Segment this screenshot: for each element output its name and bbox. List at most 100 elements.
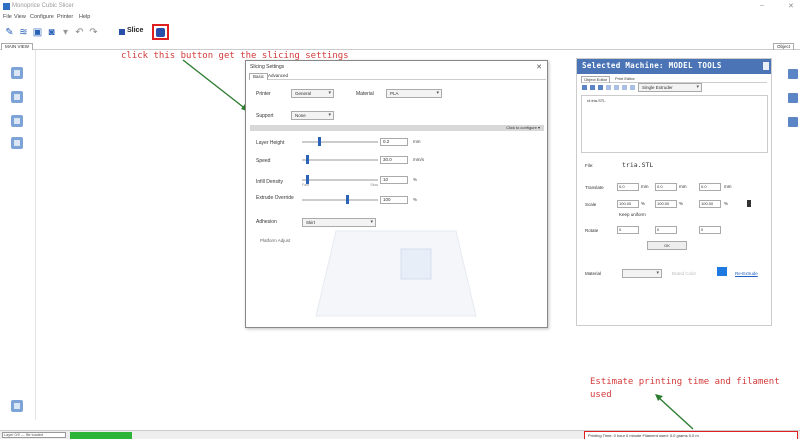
slider-track: [302, 141, 378, 143]
material-label: Material: [585, 271, 602, 276]
scale-y[interactable]: 100.00: [655, 200, 677, 208]
rotate-z[interactable]: 0: [699, 226, 721, 234]
arrow-to-dialog: [182, 59, 248, 111]
slider-thumb[interactable]: [305, 155, 309, 164]
slider-low-label: Fast: [302, 183, 309, 187]
speed-slider[interactable]: [302, 153, 378, 167]
printer-select[interactable]: General: [291, 89, 334, 98]
dialog-title: Slicing Settings: [250, 64, 285, 70]
panel-header: Selected Machine: MODEL TOOLS: [577, 59, 771, 74]
material-color-select[interactable]: [622, 269, 662, 278]
file-label: File:: [585, 163, 594, 168]
scale-z[interactable]: 100.00: [699, 200, 721, 208]
configure-strip-label: Click to configure ▾: [506, 125, 540, 130]
support-label: Support: [256, 113, 274, 119]
tab-advanced[interactable]: Advanced: [265, 73, 291, 80]
status-text: Layer 0/0 — file loaded: [2, 432, 66, 438]
translate-label: Translate: [585, 185, 604, 190]
bed-preview: [315, 230, 477, 317]
camera-view-icon[interactable]: [788, 69, 798, 79]
scale-x[interactable]: 100.00: [617, 200, 639, 208]
dialog-tabs: Basic Advanced: [249, 73, 546, 80]
slicing-settings-dialog: Slicing Settings ✕ Basic Advanced Printe…: [245, 60, 548, 328]
remove-icon[interactable]: [590, 85, 595, 90]
infill-slider[interactable]: Fast Slow: [302, 173, 378, 187]
unit-pct: %: [679, 201, 684, 206]
extruder-label: Extrude Override: [256, 195, 294, 201]
printer-label: Printer: [256, 91, 271, 97]
infill-unit: %: [413, 177, 418, 182]
slider-track: [302, 159, 378, 161]
person-icon[interactable]: [788, 117, 798, 127]
annotation-bottom-2: used: [590, 390, 612, 400]
slider-thumb[interactable]: [345, 195, 349, 204]
extruder-input[interactable]: 100: [380, 196, 408, 204]
arrow-to-status: [657, 396, 694, 430]
slider-thumb[interactable]: [318, 137, 322, 146]
material-select[interactable]: PLA: [386, 89, 442, 98]
object-list: cf-tria.STL: [581, 95, 768, 153]
layer-height-slider[interactable]: [302, 135, 378, 149]
object-list-item[interactable]: cf-tria.STL: [587, 98, 605, 103]
platform-adjust-checkbox[interactable]: Platform Adjust: [260, 238, 290, 243]
print-estimate: Printing Time: 0 hour 0 minute Filament …: [584, 431, 798, 439]
infill-input[interactable]: 10: [380, 176, 408, 184]
status-bar: Layer 0/0 — file loaded Printing Time: 0…: [0, 430, 800, 439]
speed-input[interactable]: 30.0: [380, 156, 408, 164]
configure-strip[interactable]: Click to configure ▾: [250, 125, 544, 131]
re-extrude-link[interactable]: Re-Extrude: [735, 271, 758, 276]
unit-mm: mm: [641, 184, 649, 189]
panel-close-icon[interactable]: [763, 62, 769, 70]
tab-print-editor[interactable]: Print Editor: [613, 76, 637, 82]
speed-label: Speed: [256, 158, 271, 164]
rotate-label: Rotate: [585, 228, 599, 233]
extruder-unit: %: [413, 197, 418, 202]
brand-color-label: Brand Color: [672, 271, 697, 276]
center-icon[interactable]: [622, 85, 627, 90]
dialog-close-icon[interactable]: ✕: [536, 63, 542, 71]
translate-x[interactable]: 0.0: [617, 183, 639, 191]
layer-height-unit: mm: [413, 139, 421, 144]
panel-header-title: Selected Machine: MODEL TOOLS: [582, 61, 722, 70]
extruder-mode-select[interactable]: Single Extruder: [638, 83, 702, 92]
color-swatch[interactable]: [717, 267, 727, 276]
unit-pct: %: [724, 201, 729, 206]
panel-tabs: Object Editor Print Editor: [581, 76, 767, 83]
drop-icon[interactable]: [630, 85, 635, 90]
annotation-bottom-1: Estimate printing time and filament: [590, 377, 780, 387]
speed-unit: mm/s: [413, 157, 424, 162]
ok-button[interactable]: OK: [647, 241, 687, 250]
copy-icon[interactable]: [598, 85, 603, 90]
slider-track: [302, 179, 378, 181]
panel-tools: Single Extruder: [582, 83, 702, 92]
layers-icon[interactable]: [788, 93, 798, 103]
slider-high-label: Slow: [370, 183, 378, 187]
rotate-x[interactable]: 0: [617, 226, 639, 234]
bed-plane: [315, 230, 477, 317]
extruder-slider[interactable]: [302, 193, 378, 207]
move-up-icon[interactable]: [606, 85, 611, 90]
material-label: Material: [356, 91, 374, 97]
progress-bar: [70, 432, 132, 439]
support-select[interactable]: None: [291, 111, 334, 120]
scale-label: Scale: [585, 202, 597, 207]
add-icon[interactable]: [582, 85, 587, 90]
object-panel: Selected Machine: MODEL TOOLS Object Edi…: [576, 58, 772, 326]
layer-height-input[interactable]: 0.2: [380, 138, 408, 146]
slider-track: [302, 199, 378, 201]
infill-label: Infill Density: [256, 179, 283, 185]
bed-model: [400, 248, 432, 280]
adhesion-label: Adhesion: [256, 219, 277, 225]
keep-uniform-checkbox[interactable]: Keep uniform: [619, 212, 646, 217]
rotate-y[interactable]: 0: [655, 226, 677, 234]
layer-height-label: Layer Height: [256, 140, 285, 146]
file-value: tria.STL: [622, 161, 654, 169]
unit-mm: mm: [679, 184, 687, 189]
move-down-icon[interactable]: [614, 85, 619, 90]
translate-y[interactable]: 0.0: [655, 183, 677, 191]
unit-mm: mm: [724, 184, 732, 189]
unit-pct: %: [641, 201, 646, 206]
translate-z[interactable]: 0.0: [699, 183, 721, 191]
lock-icon[interactable]: [747, 200, 751, 207]
tab-object-editor[interactable]: Object Editor: [581, 76, 611, 83]
